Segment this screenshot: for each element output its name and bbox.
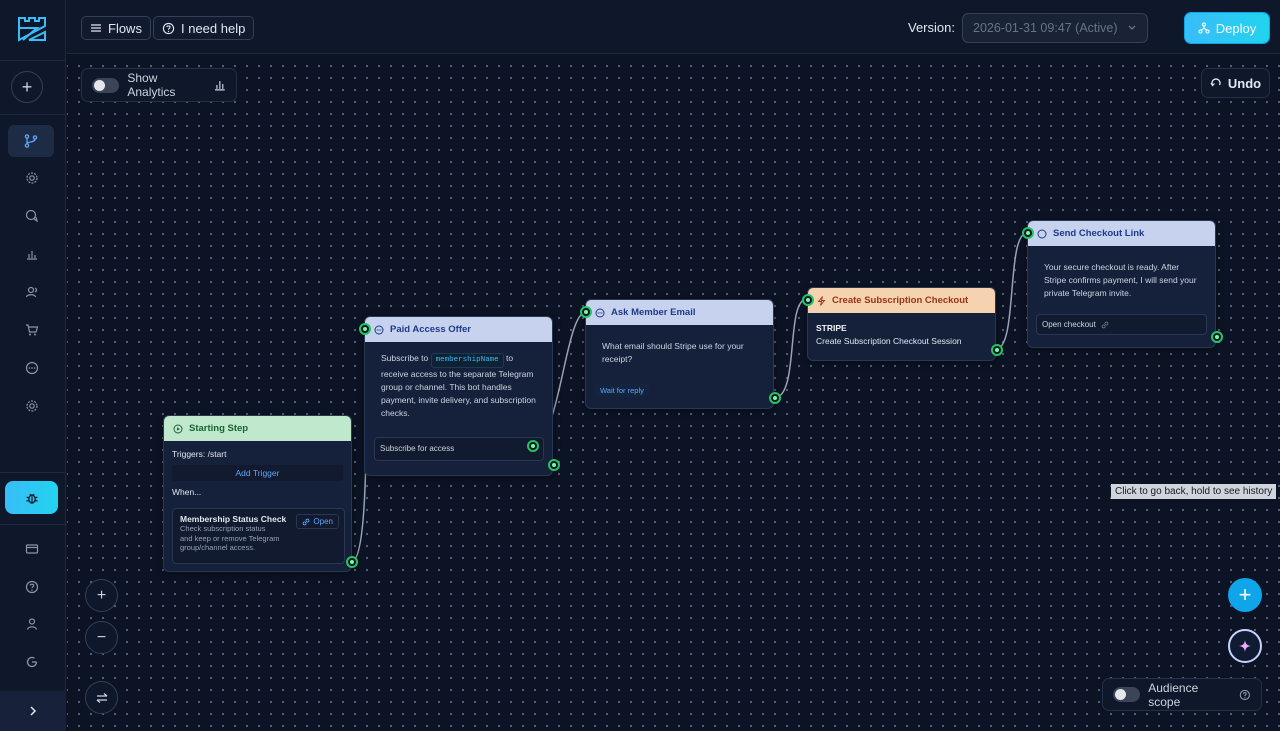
input-port[interactable] bbox=[359, 323, 371, 335]
swap-arrows-icon bbox=[96, 692, 107, 703]
node-title: Starting Step bbox=[189, 423, 249, 434]
node-title: Send Checkout Link bbox=[1053, 228, 1145, 239]
wait-for-reply-tag: Wait for reply bbox=[595, 384, 649, 397]
question-icon bbox=[1240, 689, 1251, 700]
add-step-button[interactable]: + bbox=[1228, 578, 1262, 612]
node-header: Ask Member Email bbox=[586, 300, 773, 325]
audience-label: Audience scope bbox=[1148, 680, 1199, 709]
node-create-subscription-checkout[interactable]: Create Subscription Checkout STRIPE Crea… bbox=[802, 287, 1003, 361]
link-message-text: Your secure checkout is ready. After Str… bbox=[1044, 262, 1197, 298]
message-text: Subscribe to membershipName to receive a… bbox=[365, 342, 552, 446]
message-dots-icon bbox=[374, 325, 384, 334]
triggers-text: Triggers: /start bbox=[172, 449, 227, 459]
subscribe-button-row[interactable]: Subscribe for access bbox=[374, 437, 544, 461]
lightning-icon bbox=[817, 295, 826, 306]
node-header: Starting Step bbox=[164, 416, 351, 441]
zoom-in-button[interactable]: + bbox=[85, 579, 118, 612]
subscribe-button-label: Subscribe for access bbox=[380, 444, 455, 453]
message-dots-icon bbox=[595, 308, 605, 317]
node-header: Paid Access Offer bbox=[365, 317, 552, 342]
link-icon bbox=[303, 518, 310, 525]
ai-assistant-button[interactable] bbox=[1228, 629, 1262, 663]
sparkle-icon bbox=[1239, 640, 1251, 652]
output-port[interactable] bbox=[1211, 331, 1223, 343]
add-trigger-button[interactable]: Add Trigger bbox=[172, 465, 343, 481]
check-title: Membership Status Check bbox=[180, 514, 287, 524]
input-port[interactable] bbox=[1022, 227, 1034, 239]
node-title: Paid Access Offer bbox=[390, 324, 471, 335]
link-icon bbox=[1101, 321, 1109, 328]
input-port[interactable] bbox=[802, 294, 814, 306]
action-label: Create Subscription Checkout Session bbox=[816, 336, 962, 346]
node-header: Send Checkout Link bbox=[1028, 221, 1215, 246]
open-label: Open bbox=[313, 517, 333, 526]
when-label: When... bbox=[172, 487, 202, 497]
open-checkout-label: Open checkout bbox=[1042, 320, 1096, 329]
variable-chip: membershipName bbox=[430, 353, 504, 368]
offer-text-before: Subscribe to bbox=[381, 353, 429, 363]
node-title: Create Subscription Checkout bbox=[832, 295, 969, 306]
question-text: What email should Stripe use for your re… bbox=[602, 341, 744, 364]
fit-view-button[interactable] bbox=[85, 681, 118, 714]
button-output-port[interactable] bbox=[527, 440, 539, 452]
zoom-out-button[interactable]: − bbox=[85, 621, 118, 654]
output-port[interactable] bbox=[991, 344, 1003, 356]
node-title: Ask Member Email bbox=[611, 307, 696, 318]
check-description: Check subscription status and keep or re… bbox=[180, 524, 280, 552]
node-ask-member-email[interactable]: Ask Member Email What email should Strip… bbox=[580, 299, 781, 409]
node-header: Create Subscription Checkout bbox=[808, 288, 995, 313]
provider-label: STRIPE bbox=[816, 323, 847, 333]
edge-checkout-to-link bbox=[995, 232, 1028, 350]
output-port[interactable] bbox=[346, 556, 358, 568]
open-checkout-button-row[interactable]: Open checkout bbox=[1036, 314, 1207, 335]
open-subflow-button[interactable]: Open bbox=[296, 514, 339, 529]
node-starting-step[interactable]: Starting Step Triggers: /start Add Trigg… bbox=[163, 415, 358, 572]
flow-editor-app: + Flows I need help Version: 2026-01-31 … bbox=[0, 0, 1280, 731]
checkout-body: STRIPE Create Subscription Checkout Sess… bbox=[808, 313, 995, 357]
audience-scope-toggle[interactable]: Audience scope bbox=[1102, 678, 1262, 711]
node-paid-access-offer[interactable]: Paid Access Offer Subscribe to membershi… bbox=[359, 316, 560, 476]
audience-switch[interactable] bbox=[1113, 687, 1141, 702]
membership-check-box: Membership Status Check Check subscripti… bbox=[172, 508, 345, 564]
output-port[interactable] bbox=[769, 392, 781, 404]
input-port[interactable] bbox=[580, 306, 592, 318]
node-send-checkout-link[interactable]: Send Checkout Link Your secure checkout … bbox=[1022, 220, 1223, 348]
chat-bubble-icon bbox=[1037, 229, 1047, 238]
undo-tooltip: Click to go back, hold to see history bbox=[1111, 484, 1277, 499]
edge-email-to-checkout bbox=[773, 298, 808, 399]
output-port[interactable] bbox=[548, 459, 560, 471]
play-circle-icon bbox=[173, 424, 183, 433]
